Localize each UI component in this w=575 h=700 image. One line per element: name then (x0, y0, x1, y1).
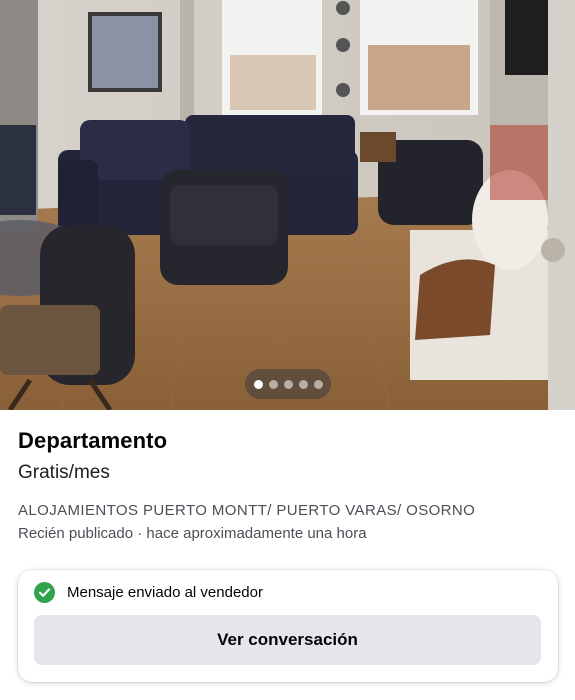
view-conversation-button[interactable]: Ver conversación (34, 615, 541, 665)
carousel-dot[interactable] (298, 379, 308, 389)
carousel-indicator[interactable] (245, 369, 331, 399)
carousel-dot-active[interactable] (253, 379, 263, 389)
listing-photo[interactable] (0, 0, 575, 410)
message-sent-card: Mensaje enviado al vendedor Ver conversa… (18, 570, 558, 682)
check-circle-icon (34, 582, 55, 603)
message-status-text: Mensaje enviado al vendedor (67, 584, 263, 601)
carousel-dot[interactable] (313, 379, 323, 389)
listing-price: Gratis/mes (18, 462, 110, 483)
carousel-dot[interactable] (268, 379, 278, 389)
apartment-living-room-photo (0, 0, 575, 410)
listing-info: Departamento Gratis/mes ALOJAMIENTOS PUE… (18, 428, 557, 542)
carousel-dot[interactable] (283, 379, 293, 389)
listing-title: Departamento (18, 428, 168, 453)
message-status-row: Mensaje enviado al vendedor (34, 582, 263, 603)
listing-posted-time: Recién publicado · hace aproximadamente … (18, 525, 367, 542)
listing-location[interactable]: ALOJAMIENTOS PUERTO MONTT/ PUERTO VARAS/… (18, 502, 557, 519)
